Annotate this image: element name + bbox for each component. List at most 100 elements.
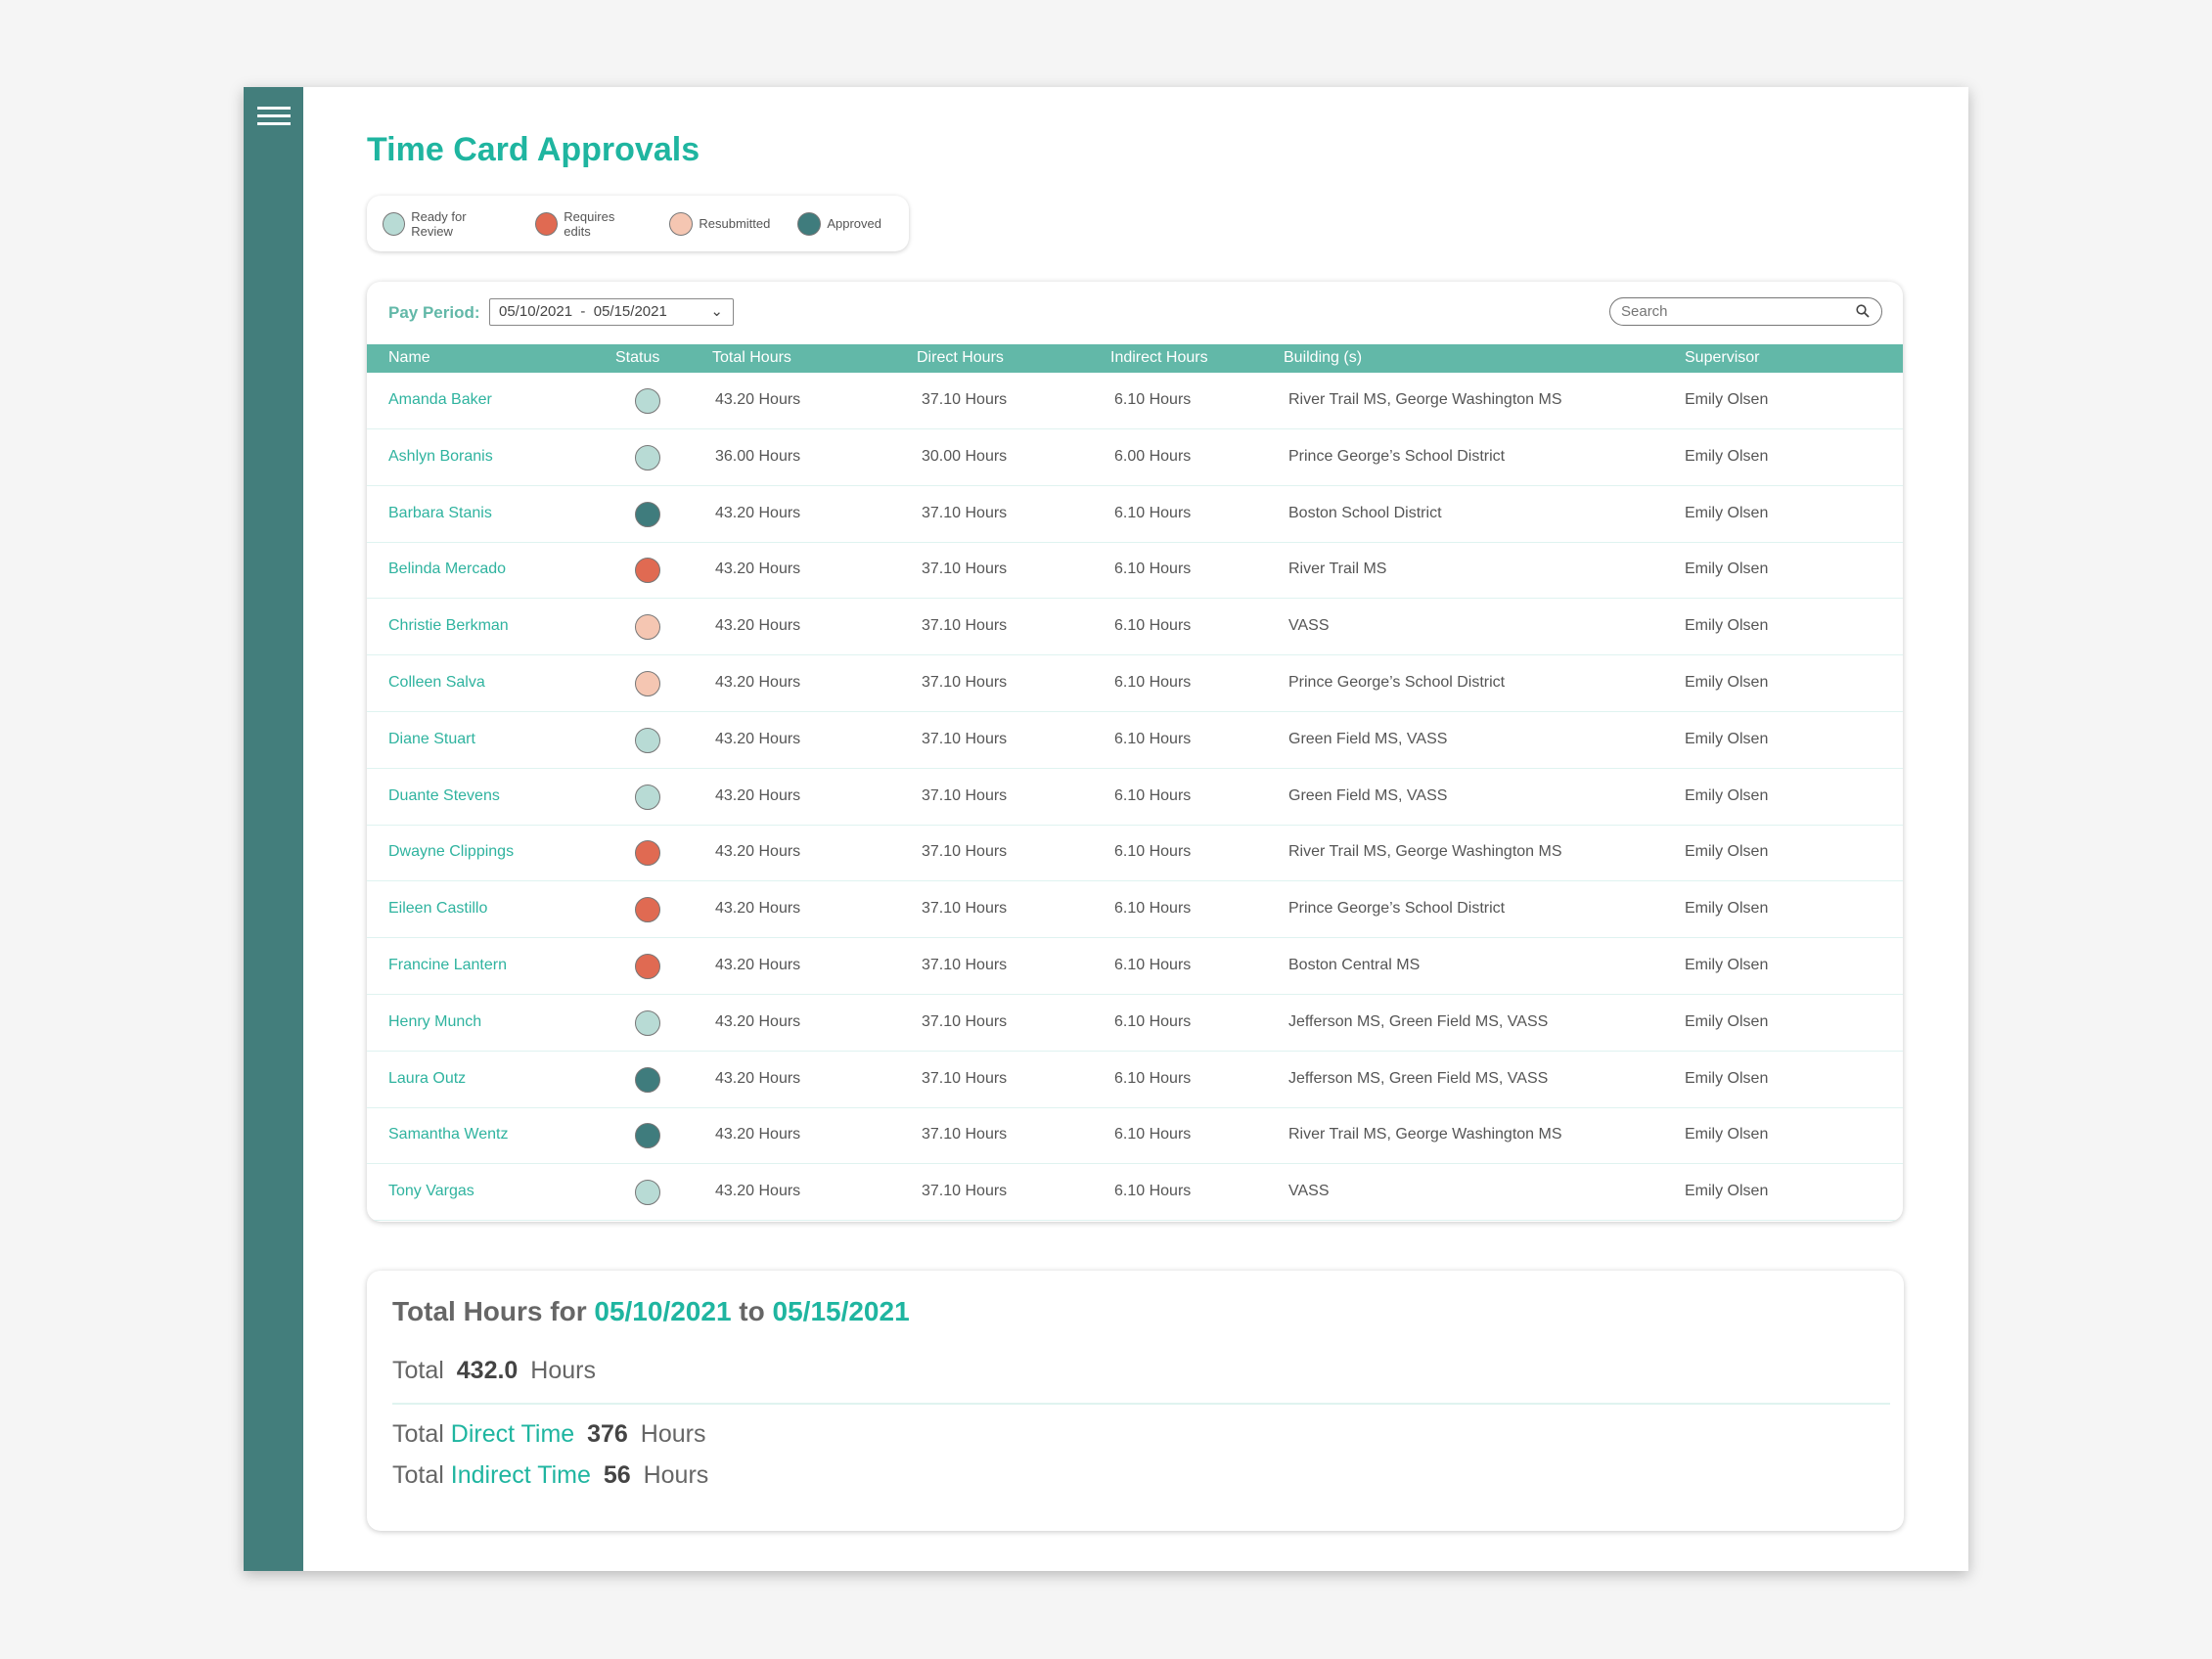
pay-period-dropdown[interactable]: 05/10/2021 - 05/15/2021 ⌄ [489, 298, 734, 326]
table-row[interactable]: Tony Vargas 43.20 Hours 37.10 Hours 6.10 Ho… [367, 1164, 1903, 1222]
supervisor-cell: Emily Olsen [1685, 674, 1769, 691]
search-icon[interactable] [1856, 304, 1870, 318]
direct-time-value: 376 [587, 1420, 628, 1448]
legend-label: Ready for Review [411, 208, 467, 239]
supervisor-cell: Emily Olsen [1685, 957, 1769, 973]
status-resub-icon [635, 614, 660, 641]
direct-hours-cell: 37.10 Hours [922, 730, 1008, 747]
col-supervisor[interactable]: Supervisor [1685, 349, 1759, 367]
indirect-hours-cell: 6.10 Hours [1114, 843, 1192, 861]
hours-unit: Hours [530, 1357, 596, 1384]
direct-hours-cell: 37.10 Hours [922, 674, 1008, 691]
employee-name-link[interactable]: Laura Outz [388, 1070, 466, 1088]
supervisor-cell: Emily Olsen [1685, 447, 1769, 465]
summary-divider [392, 1403, 1890, 1405]
hamburger-menu-icon[interactable] [257, 107, 291, 128]
indirect-hours-cell: 6.10 Hours [1114, 730, 1192, 747]
employee-name-link[interactable]: Francine Lantern [388, 957, 507, 974]
total-label: Total [392, 1420, 444, 1448]
status-edits-icon [635, 840, 660, 867]
table-row[interactable]: Diane Stuart 43.20 Hours 37.10 Hours 6.10 H… [367, 712, 1903, 769]
direct-hours-cell: 37.10 Hours [922, 504, 1008, 521]
status-approved-icon [635, 501, 660, 527]
buildings-cell: Boston Central MS [1288, 957, 1421, 973]
employee-name-link[interactable]: Diane Stuart [388, 731, 475, 748]
employee-name-link[interactable]: Barbara Stanis [388, 505, 492, 522]
col-buildings[interactable]: Building (s) [1284, 349, 1362, 367]
sidebar [244, 87, 303, 1571]
total-hours-cell: 43.20 Hours [715, 1126, 801, 1143]
buildings-cell: Green Field MS, VASS [1288, 786, 1448, 804]
col-total-hours[interactable]: Total Hours [712, 349, 791, 367]
direct-hours-cell: 37.10 Hours [922, 391, 1008, 408]
col-indirect-hours[interactable]: Indirect Hours [1110, 349, 1208, 367]
direct-hours-cell: 37.10 Hours [922, 1012, 1008, 1030]
table-row[interactable]: Colleen Salva 43.20 Hours 37.10 Hours 6.10 … [367, 655, 1903, 712]
total-hours-cell: 43.20 Hours [715, 900, 801, 918]
pay-period-label: Pay Period: [388, 303, 480, 322]
direct-hours-cell: 30.00 Hours [922, 447, 1008, 465]
total-label: Total [392, 1357, 444, 1384]
indirect-hours-cell: 6.00 Hours [1114, 447, 1192, 465]
table-row[interactable]: Belinda Mercado 43.20 Hours 37.10 Hours 6.1… [367, 542, 1903, 600]
buildings-cell: Jefferson MS, Green Field MS, VASS [1288, 1069, 1549, 1087]
total-hours-cell: 43.20 Hours [715, 674, 801, 691]
table-row[interactable]: Eileen Castillo 43.20 Hours 37.10 Hours 6.1… [367, 881, 1903, 939]
col-status[interactable]: Status [615, 349, 659, 367]
heading-prefix: Total Hours for [392, 1296, 587, 1326]
employee-name-link[interactable]: Duante Stevens [388, 787, 500, 805]
buildings-cell: Prince George’s School District [1288, 447, 1506, 465]
buildings-cell: Prince George’s School District [1288, 674, 1506, 691]
employee-name-link[interactable]: Tony Vargas [388, 1183, 474, 1200]
legend-requires-edits: Requires edits [535, 209, 642, 239]
hours-unit: Hours [640, 1420, 706, 1448]
buildings-cell: River Trail MS, George Washington MS [1288, 843, 1562, 861]
indirect-time-value: 56 [603, 1461, 631, 1489]
requires-edits-status-icon [535, 211, 559, 236]
direct-hours-cell: 37.10 Hours [922, 786, 1008, 804]
status-ready-icon [635, 444, 660, 471]
col-direct-hours[interactable]: Direct Hours [917, 349, 1004, 367]
table-row[interactable]: Duante Stevens 43.20 Hours 37.10 Hours 6.10… [367, 769, 1903, 826]
table-row[interactable]: Henry Munch 43.20 Hours 37.10 Hours 6.10 Ho… [367, 995, 1903, 1052]
search-box [1609, 297, 1882, 326]
status-ready-icon [635, 727, 660, 753]
supervisor-cell: Emily Olsen [1685, 1126, 1769, 1143]
table-row[interactable]: Laura Outz 43.20 Hours 37.10 Hours 6.10 Hou… [367, 1052, 1903, 1108]
table-row[interactable]: Francine Lantern 43.20 Hours 37.10 Hours 6.… [367, 938, 1903, 995]
indirect-hours-cell: 6.10 Hours [1114, 1126, 1192, 1143]
indirect-hours-cell: 6.10 Hours [1114, 1183, 1192, 1200]
table-row[interactable]: Dwayne Clippings 43.20 Hours 37.10 Hours 6.… [367, 825, 1903, 882]
buildings-cell: River Trail MS [1288, 560, 1387, 578]
table-row[interactable]: Barbara Stanis 43.20 Hours 37.10 Hours 6.10… [367, 486, 1903, 543]
buildings-cell: Boston School District [1288, 504, 1442, 521]
indirect-time-label: Indirect Time [450, 1461, 591, 1489]
table-row[interactable]: Christie Berkman 43.20 Hours 37.10 Hours 6.… [367, 599, 1903, 656]
direct-hours-cell: 37.10 Hours [922, 957, 1008, 973]
employee-name-link[interactable]: Amanda Baker [388, 391, 492, 409]
employee-name-link[interactable]: Colleen Salva [388, 674, 485, 692]
supervisor-cell: Emily Olsen [1685, 560, 1769, 578]
direct-hours-cell: 37.10 Hours [922, 617, 1008, 635]
employee-name-link[interactable]: Christie Berkman [388, 617, 509, 635]
table-row[interactable]: Ashlyn Boranis 36.00 Hours 30.00 Hours 6.00… [367, 429, 1903, 486]
legend-approved: Approved [797, 211, 881, 236]
direct-hours-cell: 37.10 Hours [922, 1069, 1008, 1087]
table-row[interactable]: Samantha Wentz 43.20 Hours 37.10 Hours 6.10… [367, 1107, 1903, 1165]
employee-name-link[interactable]: Henry Munch [388, 1013, 481, 1031]
heading-to: to [739, 1296, 765, 1326]
employee-name-link[interactable]: Ashlyn Boranis [388, 448, 493, 466]
employee-name-link[interactable]: Eileen Castillo [388, 900, 487, 918]
indirect-hours-cell: 6.10 Hours [1114, 617, 1192, 635]
total-hours-cell: 43.20 Hours [715, 391, 801, 408]
table-row[interactable]: Amanda Baker 43.20 Hours 37.10 Hours 6.10 H… [367, 373, 1903, 429]
buildings-cell: River Trail MS, George Washington MS [1288, 391, 1562, 408]
col-name[interactable]: Name [388, 349, 430, 367]
employee-name-link[interactable]: Samantha Wentz [388, 1126, 508, 1143]
total-hours-cell: 36.00 Hours [715, 447, 801, 465]
chevron-down-icon: ⌄ [710, 303, 723, 320]
employee-name-link[interactable]: Belinda Mercado [388, 560, 506, 578]
search-input[interactable] [1621, 303, 1836, 320]
employee-name-link[interactable]: Dwayne Clippings [388, 843, 514, 861]
indirect-hours-cell: 6.10 Hours [1114, 391, 1192, 408]
